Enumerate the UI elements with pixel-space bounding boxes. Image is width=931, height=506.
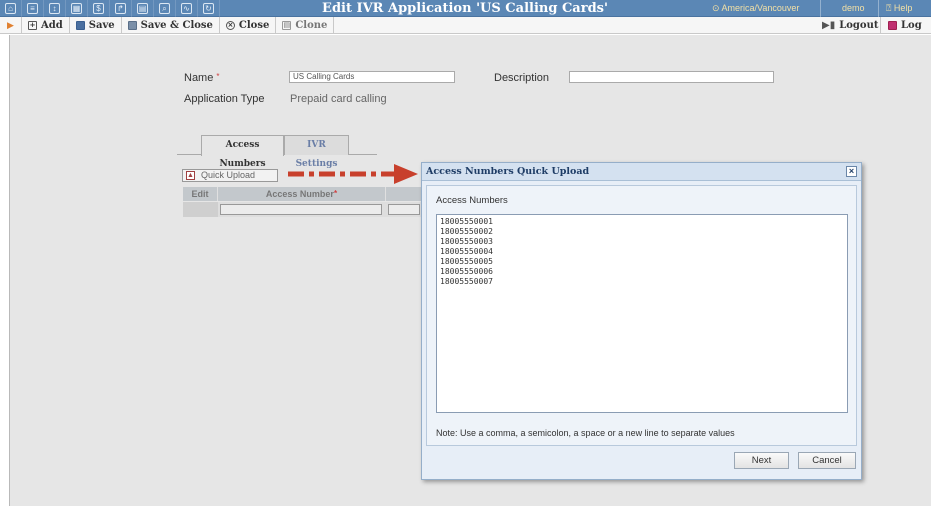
dollar-icon[interactable]: $ bbox=[88, 0, 110, 17]
upload-icon: ▲ bbox=[186, 171, 195, 180]
search-icon[interactable]: ⌕ bbox=[154, 0, 176, 17]
number-line: 18005550006 bbox=[440, 267, 493, 276]
save-close-icon bbox=[127, 20, 137, 30]
column-header-edit: Edit bbox=[183, 187, 218, 201]
save-close-label: Save & Close bbox=[140, 19, 213, 31]
access-number-input[interactable] bbox=[220, 204, 382, 215]
quick-upload-label: Quick Upload bbox=[201, 170, 256, 180]
logout-button[interactable]: ▶▮ Logout bbox=[822, 17, 878, 34]
row-access-number-cell bbox=[218, 202, 386, 217]
dialog-close-icon[interactable]: × bbox=[846, 166, 857, 177]
add-button[interactable]: + Add bbox=[22, 16, 70, 34]
table-row bbox=[183, 202, 422, 217]
grid-icon[interactable]: ▦ bbox=[66, 0, 88, 17]
row-extra-cell bbox=[386, 202, 422, 217]
close-button[interactable]: × Close bbox=[220, 16, 277, 34]
home-icon[interactable]: ⌂ bbox=[0, 0, 22, 17]
clone-button[interactable]: ▤ Clone bbox=[276, 16, 335, 34]
divider bbox=[880, 17, 881, 34]
close-label: Close bbox=[238, 19, 270, 31]
extra-input[interactable] bbox=[388, 204, 420, 215]
name-input[interactable]: US Calling Cards bbox=[289, 71, 455, 83]
help-icon: ⍰ bbox=[886, 3, 894, 13]
divider bbox=[820, 0, 821, 17]
name-label: Name * bbox=[184, 72, 220, 84]
description-input[interactable] bbox=[569, 71, 774, 83]
next-button[interactable]: Next bbox=[734, 452, 789, 469]
application-type-value: Prepaid card calling bbox=[290, 93, 387, 105]
number-line: 18005550004 bbox=[440, 247, 493, 256]
play-arrow-icon[interactable]: ▶ bbox=[0, 16, 22, 34]
pin-icon[interactable]: ↕ bbox=[44, 0, 66, 17]
application-type-label: Application Type bbox=[184, 93, 265, 105]
access-numbers-field-label: Access Numbers bbox=[436, 195, 508, 206]
add-label: Add bbox=[41, 19, 63, 31]
log-icon bbox=[888, 21, 897, 30]
log-label: Log bbox=[901, 20, 922, 31]
timezone-label: America/Vancouver bbox=[721, 3, 800, 13]
quick-upload-dialog: Access Numbers Quick Upload × Access Num… bbox=[421, 162, 862, 480]
number-line: 18005550005 bbox=[440, 257, 493, 266]
number-line: 18005550002 bbox=[440, 227, 493, 236]
network-icon[interactable]: ↱ bbox=[110, 0, 132, 17]
dialog-body: Access Numbers 18005550001 18005550002 1… bbox=[426, 185, 857, 446]
help-link[interactable]: ⍰ Help bbox=[886, 0, 912, 17]
tab-access-numbers[interactable]: Access Numbers bbox=[201, 135, 284, 169]
table-icon[interactable]: ▤ bbox=[132, 0, 154, 17]
refresh-icon[interactable]: ↻ bbox=[198, 0, 220, 17]
main-content: Name * US Calling Cards Description Appl… bbox=[9, 35, 931, 506]
cancel-button[interactable]: Cancel bbox=[798, 452, 856, 469]
save-icon bbox=[75, 20, 85, 30]
page-title: Edit IVR Application 'US Calling Cards' bbox=[322, 1, 608, 16]
close-icon: × bbox=[225, 20, 235, 30]
clone-label: Clone bbox=[295, 19, 328, 31]
help-label: Help bbox=[893, 3, 913, 13]
list-icon[interactable]: ≡ bbox=[22, 0, 44, 17]
clock-icon: ⊙ bbox=[712, 3, 722, 13]
save-button[interactable]: Save bbox=[70, 16, 122, 34]
number-line: 18005550003 bbox=[440, 237, 493, 246]
number-line: 18005550001 bbox=[440, 217, 493, 226]
clone-icon: ▤ bbox=[282, 20, 292, 30]
access-numbers-table-header: Edit Access Number* bbox=[183, 187, 422, 201]
logout-icon: ▶▮ bbox=[822, 20, 836, 31]
divider bbox=[878, 0, 879, 17]
callout-arrow-icon bbox=[288, 164, 418, 184]
dialog-header: Access Numbers Quick Upload × bbox=[422, 163, 861, 181]
save-label: Save bbox=[88, 19, 115, 31]
add-icon: + bbox=[28, 20, 37, 30]
timezone-link[interactable]: ⊙ America/Vancouver bbox=[712, 0, 799, 17]
user-link[interactable]: demo bbox=[842, 0, 865, 17]
row-edit-cell bbox=[183, 202, 218, 217]
number-line: 18005550007 bbox=[440, 277, 493, 286]
dialog-title: Access Numbers Quick Upload bbox=[426, 166, 590, 177]
column-header-extra bbox=[386, 187, 422, 201]
access-numbers-textarea[interactable]: 18005550001 18005550002 18005550003 1800… bbox=[436, 214, 848, 413]
column-header-access-number: Access Number* bbox=[218, 187, 386, 201]
top-navigation-bar: ⌂ ≡ ↕ ▦ $ ↱ ▤ ⌕ ∿ ↻ Edit IVR Application… bbox=[0, 0, 931, 17]
log-button[interactable]: Log bbox=[888, 17, 922, 34]
chart-icon[interactable]: ∿ bbox=[176, 0, 198, 17]
description-label: Description bbox=[494, 72, 550, 84]
quick-upload-button[interactable]: ▲ Quick Upload bbox=[182, 169, 278, 182]
save-close-button[interactable]: Save & Close bbox=[122, 16, 220, 34]
separator-note: Note: Use a comma, a semicolon, a space … bbox=[436, 428, 735, 438]
toolbar: ▶ + Add Save Save & Close × Close ▤ Clone ▶… bbox=[0, 16, 931, 34]
logout-label: Logout bbox=[839, 20, 879, 31]
tab-ivr-settings[interactable]: IVR Settings bbox=[284, 135, 349, 169]
